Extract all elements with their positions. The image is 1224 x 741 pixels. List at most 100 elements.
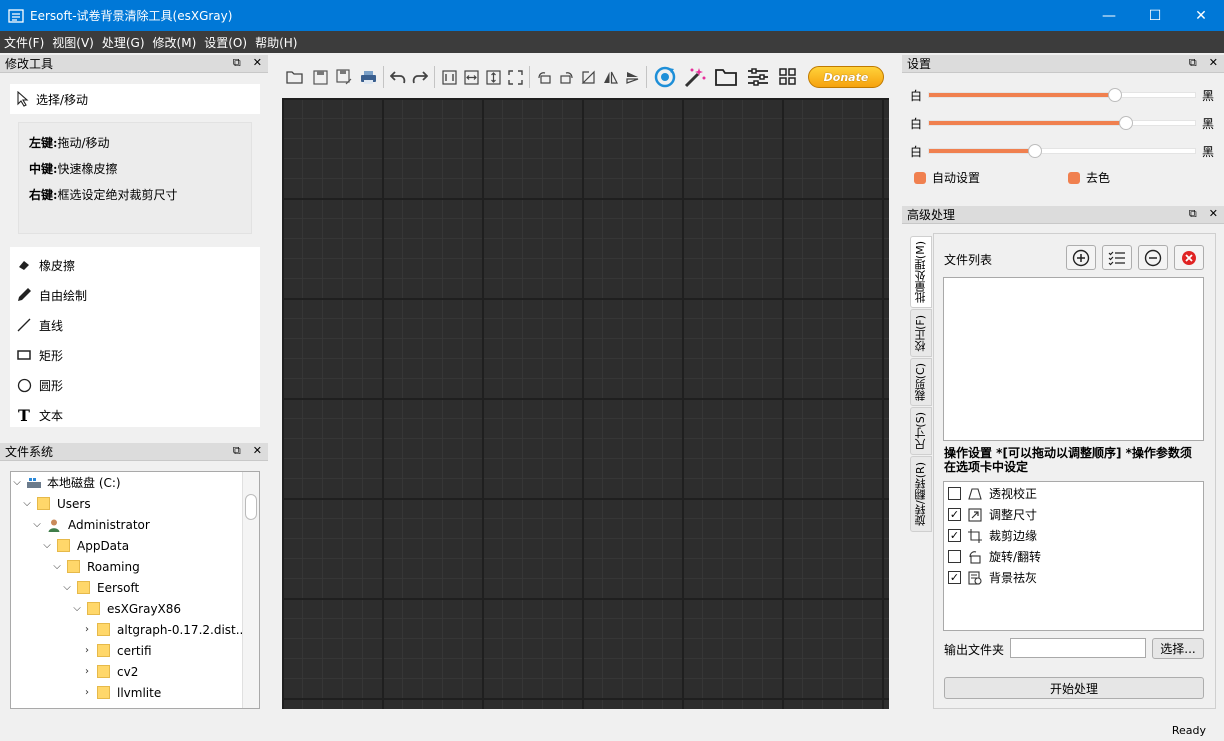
op-item-crop[interactable]: ✓ 裁剪边缘 [948,525,1037,546]
tool-eraser[interactable]: 橡皮擦 [10,250,260,280]
checkbox-box[interactable] [1068,171,1080,184]
fit-horizontal-icon[interactable] [460,65,482,89]
close-icon[interactable]: ✕ [253,56,262,70]
float-icon[interactable]: ⧉ [233,56,241,70]
decolor-checkbox[interactable]: 去色 [1068,169,1110,186]
menu-process[interactable]: 处理(G) [102,34,145,51]
menu-view[interactable]: 视图(V) [52,34,94,51]
fit-width-icon[interactable] [438,65,460,89]
undo-icon[interactable] [387,65,409,89]
menu-help[interactable]: 帮助(H) [255,34,297,51]
op-checkbox[interactable] [948,487,961,500]
op-item-degray[interactable]: ✓ 背景祛灰 [948,567,1037,588]
save-icon[interactable] [308,65,332,89]
close-icon[interactable]: ✕ [253,444,262,458]
chevron-right-icon[interactable]: › [81,624,93,635]
slider-knob[interactable] [1108,88,1122,102]
start-processing-button[interactable]: 开始处理 [944,677,1204,699]
tab-batch[interactable]: 批量处理(M) [910,236,932,308]
tool-freehand[interactable]: 自由绘制 [10,280,260,310]
close-button[interactable]: ✕ [1178,0,1224,31]
print-icon[interactable] [356,65,380,89]
op-item-resize[interactable]: ✓ 调整尺寸 [948,504,1037,525]
op-checkbox[interactable]: ✓ [948,529,961,542]
tab-correct[interactable]: 校正(F) [910,309,932,357]
maximize-button[interactable]: ☐ [1132,0,1178,31]
redo-icon[interactable] [409,65,431,89]
tool-circle[interactable]: 圆形 [10,370,260,400]
tool-text[interactable]: T 文本 [10,400,260,430]
tree-item[interactable]: ⌵ Eersoft [61,577,139,598]
browse-button[interactable]: 选择... [1152,638,1204,659]
grid-layout-icon[interactable] [774,65,802,89]
slider-track[interactable] [928,144,1196,158]
minimize-button[interactable]: — [1086,0,1132,31]
skew-icon[interactable] [577,65,599,89]
chevron-down-icon[interactable]: ⌵ [11,477,23,488]
refresh-process-icon[interactable] [650,65,680,89]
sliders-icon[interactable] [742,65,774,89]
menu-settings[interactable]: 设置(O) [204,34,247,51]
chevron-right-icon[interactable]: › [81,666,93,677]
fullscreen-icon[interactable] [504,65,526,89]
flip-horizontal-icon[interactable] [599,65,621,89]
save-as-icon[interactable] [332,65,356,89]
threshold-slider-2[interactable]: 白 黑 [910,115,1216,131]
tree-item[interactable]: ⌵ Roaming [51,556,140,577]
rotate-left-icon[interactable] [533,65,555,89]
op-item-rotate[interactable]: 旋转/翻转 [948,546,1041,567]
tree-item[interactable]: › cv2 [81,661,138,682]
chevron-right-icon[interactable]: › [81,645,93,656]
flip-vertical-icon[interactable] [621,65,643,89]
tab-rotate[interactable]: 旋转/翻转(R) [910,456,932,532]
chevron-down-icon[interactable]: ⌵ [41,540,53,551]
tree-scrollbar[interactable] [242,472,259,708]
float-icon[interactable]: ⧉ [233,444,241,458]
tree-item[interactable]: ⌵ AppData [41,535,129,556]
menu-file[interactable]: 文件(F) [4,34,44,51]
chevron-down-icon[interactable]: ⌵ [21,498,33,509]
fit-vertical-icon[interactable] [482,65,504,89]
tree-item[interactable]: ⌵ Administrator [31,514,150,535]
threshold-slider-1[interactable]: 白 黑 [910,87,1216,103]
tool-line[interactable]: 直线 [10,310,260,340]
file-tree[interactable]: ⌵ 本地磁盘 (C:) ⌵ Users ⌵ Administrator ⌵ Ap… [10,471,260,709]
float-icon[interactable]: ⧉ [1189,56,1197,70]
tab-size[interactable]: 尺寸(S) [910,407,932,455]
menu-modify[interactable]: 修改(M) [153,34,197,51]
op-checkbox[interactable]: ✓ [948,508,961,521]
magic-wand-icon[interactable] [680,65,710,89]
tab-crop[interactable]: 裁剪(C) [910,358,932,406]
chevron-down-icon[interactable]: ⌵ [51,561,63,572]
chevron-down-icon[interactable]: ⌵ [71,603,83,614]
slider-track[interactable] [928,116,1196,130]
tool-rectangle[interactable]: 矩形 [10,340,260,370]
chevron-down-icon[interactable]: ⌵ [31,519,43,530]
image-canvas[interactable] [282,98,889,709]
output-folder-input[interactable] [1010,638,1146,658]
tree-item[interactable]: ⌵ 本地磁盘 (C:) [11,472,120,493]
slider-knob[interactable] [1028,144,1042,158]
list-button[interactable] [1102,245,1132,270]
tree-item[interactable]: ⌵ Users [21,493,90,514]
checkbox-box[interactable] [914,171,926,184]
select-move-tool[interactable]: 选择/移动 [10,84,260,114]
float-icon[interactable]: ⧉ [1189,207,1197,221]
file-list[interactable] [943,277,1204,441]
close-icon[interactable]: ✕ [1209,56,1218,70]
tree-item[interactable]: › llvmlite [81,682,161,703]
add-file-button[interactable] [1066,245,1096,270]
op-checkbox[interactable]: ✓ [948,571,961,584]
folder-icon[interactable] [710,65,742,89]
op-checkbox[interactable] [948,550,961,563]
slider-track[interactable] [928,88,1196,102]
scrollbar-thumb[interactable] [245,494,257,520]
tree-item[interactable]: › certifi [81,640,152,661]
chevron-down-icon[interactable]: ⌵ [61,582,73,593]
chevron-right-icon[interactable]: › [81,687,93,698]
auto-settings-checkbox[interactable]: 自动设置 [914,169,980,186]
open-icon[interactable] [282,65,308,89]
threshold-slider-3[interactable]: 白 黑 [910,143,1216,159]
tree-item[interactable]: ⌵ esXGrayX86 [71,598,181,619]
rotate-right-icon[interactable] [555,65,577,89]
